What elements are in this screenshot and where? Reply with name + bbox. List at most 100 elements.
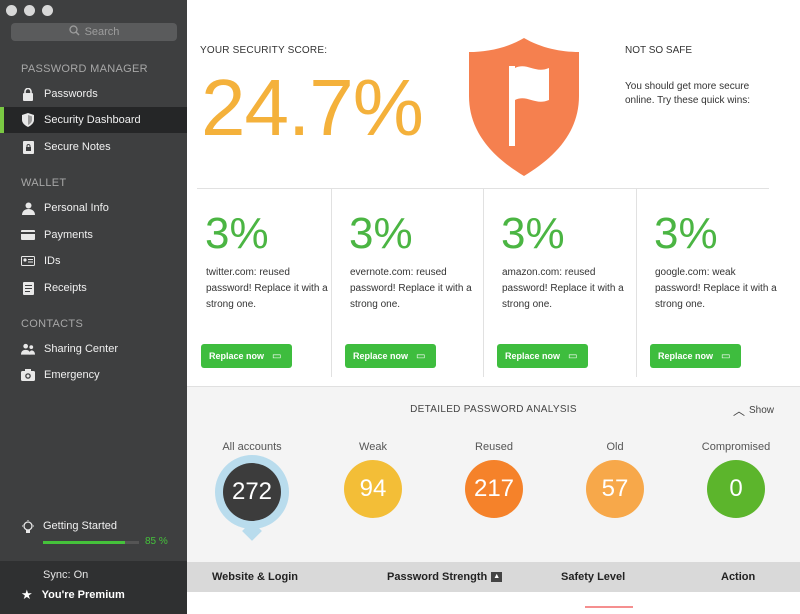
- premium-status[interactable]: ★ You're Premium: [21, 587, 125, 603]
- replace-now-button[interactable]: Replace now ▭: [345, 344, 436, 368]
- note-icon: [21, 140, 35, 154]
- minimize-window-button[interactable]: [24, 5, 35, 16]
- account-status: Sync: On ★ You're Premium: [0, 561, 187, 614]
- security-score-value: 24.7%: [201, 63, 424, 152]
- stat-circle: 57: [586, 460, 644, 518]
- sidebar-item-personal-info[interactable]: Personal Info: [0, 195, 187, 221]
- column-action[interactable]: Action: [721, 571, 755, 583]
- quick-win-card: 3% google.com: weak password! Replace it…: [636, 189, 788, 386]
- sidebar-item-receipts[interactable]: Receipts: [0, 275, 187, 301]
- stat-label: All accounts: [222, 441, 282, 453]
- sharing-icon: [21, 342, 35, 356]
- stat-old[interactable]: Old 57: [555, 441, 675, 518]
- quick-win-description: evernote.com: reused password! Replace i…: [350, 267, 472, 310]
- shield-flag-icon: [469, 38, 579, 176]
- stat-reused[interactable]: Reused 217: [434, 441, 554, 518]
- lightbulb-icon: [21, 520, 35, 541]
- stat-circle: 272: [223, 463, 281, 521]
- progress-fill: [43, 541, 125, 544]
- quick-win-card: 3% evernote.com: reused password! Replac…: [331, 189, 483, 386]
- close-window-button[interactable]: [6, 5, 17, 16]
- person-icon: [21, 201, 35, 215]
- replace-now-button[interactable]: Replace now ▭: [650, 344, 741, 368]
- sidebar-item-label: Receipts: [44, 282, 87, 294]
- sidebar-item-label: Secure Notes: [44, 141, 111, 153]
- password-analysis: DETAILED PASSWORD ANALYSIS ︿ Show All ac…: [187, 386, 800, 562]
- search-input[interactable]: Search: [11, 23, 177, 41]
- sidebar-item-security-dashboard[interactable]: Security Dashboard: [0, 107, 187, 133]
- replace-now-button[interactable]: Replace now ▭: [497, 344, 588, 368]
- quick-win-percent: 3%: [501, 209, 565, 258]
- sidebar-item-label: Personal Info: [44, 202, 109, 214]
- stat-value: 57: [601, 475, 629, 502]
- zoom-window-button[interactable]: [42, 5, 53, 16]
- sidebar-item-passwords[interactable]: Passwords: [0, 81, 187, 107]
- sidebar-item-emergency[interactable]: Emergency: [0, 362, 187, 388]
- table-row[interactable]: [187, 592, 800, 614]
- security-score-label: YOUR SECURITY SCORE:: [200, 45, 328, 56]
- replace-now-button[interactable]: Replace now ▭: [201, 344, 292, 368]
- stat-compromised[interactable]: Compromised 0: [676, 441, 796, 518]
- quick-win-percent: 3%: [205, 209, 269, 258]
- stat-value: 272: [231, 478, 273, 505]
- sidebar-item-label: Emergency: [44, 369, 100, 381]
- sidebar-item-label: Payments: [44, 229, 93, 241]
- analysis-title: DETAILED PASSWORD ANALYSIS: [410, 404, 577, 415]
- quick-win-card: 3% amazon.com: reused password! Replace …: [483, 189, 635, 386]
- quick-win-description: google.com: weak password! Replace it wi…: [655, 267, 777, 310]
- stat-value: 0: [729, 475, 743, 502]
- show-toggle[interactable]: ︿ Show: [733, 402, 774, 419]
- sidebar: Search PASSWORD MANAGER Passwords Securi…: [0, 0, 187, 614]
- window-icon: ▭: [568, 350, 578, 362]
- sidebar-item-secure-notes[interactable]: Secure Notes: [0, 134, 187, 160]
- quick-win-percent: 3%: [654, 209, 718, 258]
- id-icon: [21, 254, 35, 268]
- show-label: Show: [749, 405, 775, 416]
- receipt-icon: [21, 281, 35, 295]
- quick-wins: 3% twitter.com: reused password! Replace…: [187, 189, 800, 386]
- divider: [483, 189, 484, 377]
- sidebar-item-payments[interactable]: Payments: [0, 222, 187, 248]
- stat-value: 217: [473, 475, 515, 502]
- sidebar-item-label: IDs: [44, 255, 61, 267]
- stat-all-accounts[interactable]: All accounts 272: [192, 441, 312, 541]
- button-label: Replace now: [209, 351, 265, 361]
- sidebar-item-label: Security Dashboard: [44, 114, 141, 126]
- window-icon: ▭: [272, 350, 282, 362]
- getting-started[interactable]: Getting Started 85 %: [21, 520, 171, 547]
- section-wallet: WALLET: [21, 177, 67, 189]
- stat-circle: 0: [707, 460, 765, 518]
- premium-label: You're Premium: [41, 589, 125, 601]
- table-header: Website & Login Password Strength ▲ Safet…: [187, 562, 800, 592]
- quick-win-card: 3% twitter.com: reused password! Replace…: [187, 189, 339, 386]
- stat-label: Compromised: [701, 441, 771, 453]
- quick-win-percent: 3%: [349, 209, 413, 258]
- card-icon: [21, 228, 35, 242]
- column-password-strength[interactable]: Password Strength ▲: [387, 571, 503, 583]
- divider: [636, 189, 637, 377]
- getting-started-label: Getting Started: [43, 520, 117, 532]
- section-contacts: CONTACTS: [21, 318, 84, 330]
- shield-icon: [21, 113, 35, 127]
- quick-win-description: amazon.com: reused password! Replace it …: [502, 267, 624, 310]
- divider: [331, 189, 332, 377]
- safety-status-title: NOT SO SAFE: [625, 45, 693, 56]
- stat-circle: 94: [344, 460, 402, 518]
- safety-status-text: You should get more secure online. Try t…: [625, 81, 751, 106]
- sidebar-item-sharing-center[interactable]: Sharing Center: [0, 336, 187, 362]
- safety-indicator: [585, 606, 633, 608]
- button-label: Replace now: [353, 351, 409, 361]
- sort-ascending-icon: ▲: [491, 572, 503, 583]
- stat-weak[interactable]: Weak 94: [313, 441, 433, 518]
- sidebar-item-ids[interactable]: IDs: [0, 248, 187, 274]
- stat-label: Old: [606, 441, 624, 453]
- column-safety-level[interactable]: Safety Level: [561, 571, 625, 583]
- getting-started-progress-bar: [43, 541, 139, 544]
- stat-label: Weak: [359, 441, 387, 453]
- sidebar-item-label: Sharing Center: [44, 343, 118, 355]
- search-icon: [68, 25, 80, 39]
- column-website-login[interactable]: Website & Login: [212, 571, 298, 583]
- security-dashboard: YOUR SECURITY SCORE: 24.7% NOT SO SAFE Y…: [187, 0, 800, 614]
- quick-win-description: twitter.com: reused password! Replace it…: [206, 267, 328, 310]
- search-placeholder: Search: [84, 26, 120, 38]
